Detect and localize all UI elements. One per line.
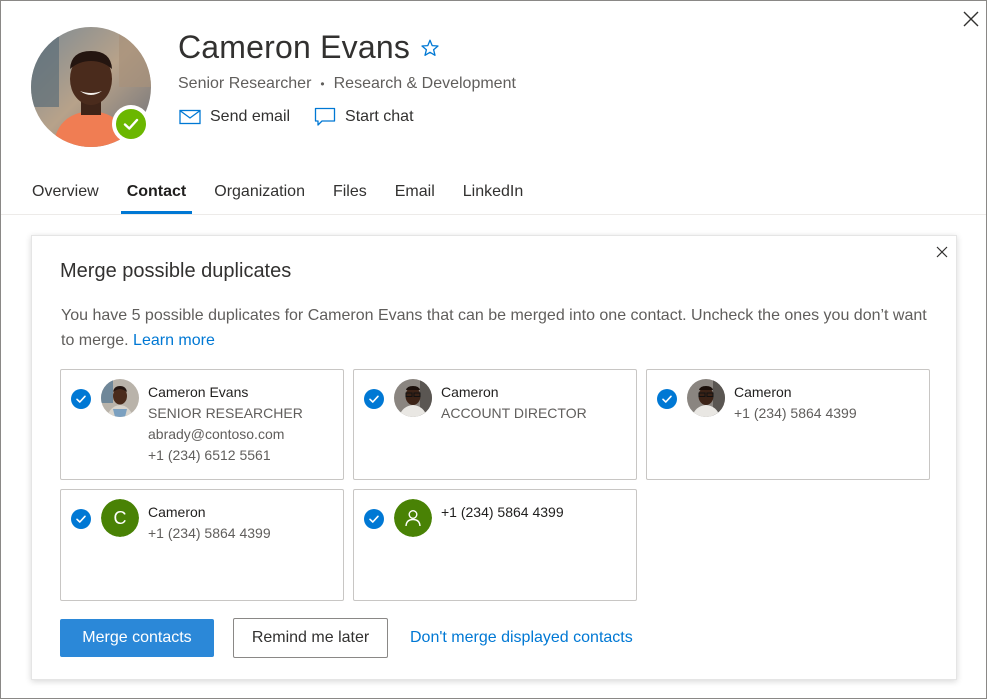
checkmark-icon: [123, 118, 139, 130]
start-chat-button[interactable]: Start chat: [314, 107, 414, 127]
avatar: [31, 27, 151, 147]
checkbox-checked[interactable]: [71, 389, 91, 409]
checkbox-checked[interactable]: [364, 509, 384, 529]
name-row: Cameron Evans: [178, 29, 440, 66]
contact-phone: +1 (234) 5864 4399: [148, 525, 271, 541]
checkmark-icon: [369, 395, 379, 403]
contact-job-title: SENIOR RESEARCHER: [148, 405, 303, 421]
tab-files[interactable]: Files: [333, 183, 367, 215]
duplicate-card[interactable]: Cameron Evans SENIOR RESEARCHER abrady@c…: [60, 369, 344, 480]
card-details: Cameron Evans SENIOR RESEARCHER abrady@c…: [148, 382, 303, 466]
learn-more-link[interactable]: Learn more: [133, 332, 215, 349]
contact-phone: +1 (234) 6512 5561: [148, 447, 271, 463]
duplicate-card[interactable]: Cameron +1 (234) 5864 4399: [646, 369, 930, 480]
initials-avatar: C: [101, 499, 139, 537]
start-chat-label: Start chat: [345, 108, 414, 125]
checkbox-checked[interactable]: [657, 389, 677, 409]
contact-photo: [687, 379, 725, 417]
contact-name: Cameron: [734, 384, 792, 400]
person-avatar: [394, 499, 432, 537]
card-details: Cameron ACCOUNT DIRECTOR: [441, 382, 587, 424]
tab-organization[interactable]: Organization: [214, 183, 305, 215]
person-icon: [405, 510, 421, 527]
tab-email[interactable]: Email: [395, 183, 435, 215]
contact-email: abrady@contoso.com: [148, 426, 285, 442]
job-info: Senior Researcher • Research & Developme…: [178, 75, 516, 93]
checkmark-icon: [76, 515, 86, 523]
card-details: +1 (234) 5864 4399: [441, 502, 564, 523]
tab-linkedin[interactable]: LinkedIn: [463, 183, 524, 215]
department: Research & Development: [333, 75, 516, 92]
panel-description: You have 5 possible duplicates for Camer…: [61, 303, 931, 353]
dont-merge-link[interactable]: Don't merge displayed contacts: [410, 629, 633, 647]
job-title: Senior Researcher: [178, 75, 312, 92]
presence-badge: [112, 105, 150, 143]
person-name: Cameron Evans: [178, 29, 411, 65]
duplicate-card[interactable]: Cameron ACCOUNT DIRECTOR: [353, 369, 637, 480]
checkmark-icon: [76, 395, 86, 403]
checkbox-checked[interactable]: [364, 389, 384, 409]
send-email-button[interactable]: Send email: [179, 108, 290, 126]
quick-actions: Send email Start chat: [179, 107, 438, 127]
merge-duplicates-panel: Merge possible duplicates You have 5 pos…: [31, 235, 957, 680]
tab-divider: [1, 214, 986, 215]
favorite-star-icon[interactable]: [420, 38, 440, 58]
mail-icon: [179, 109, 201, 125]
contact-phone: +1 (234) 5864 4399: [441, 504, 564, 520]
tab-overview[interactable]: Overview: [32, 183, 99, 215]
contact-name: Cameron: [148, 504, 206, 520]
contact-job-title: ACCOUNT DIRECTOR: [441, 405, 587, 421]
contact-name: Cameron: [441, 384, 499, 400]
checkbox-checked[interactable]: [71, 509, 91, 529]
tab-bar: Overview Contact Organization Files Emai…: [32, 183, 551, 215]
chat-icon: [314, 107, 336, 126]
card-details: Cameron +1 (234) 5864 4399: [148, 502, 271, 544]
contact-photo: [394, 379, 432, 417]
panel-title: Merge possible duplicates: [60, 260, 292, 282]
duplicate-card[interactable]: +1 (234) 5864 4399: [353, 489, 637, 601]
send-email-label: Send email: [210, 108, 291, 125]
close-icon[interactable]: [959, 7, 983, 31]
contact-photo: [101, 379, 139, 417]
avatar-initial: C: [101, 499, 139, 537]
separator-dot: •: [320, 77, 325, 91]
contact-card-window: Cameron Evans Senior Researcher • Resear…: [0, 0, 987, 699]
contact-name: Cameron Evans: [148, 384, 249, 400]
card-details: Cameron +1 (234) 5864 4399: [734, 382, 857, 424]
remind-me-later-button[interactable]: Remind me later: [233, 618, 388, 658]
checkmark-icon: [369, 515, 379, 523]
merge-contacts-button[interactable]: Merge contacts: [60, 619, 214, 657]
close-icon[interactable]: [934, 244, 950, 260]
tab-contact[interactable]: Contact: [120, 183, 192, 215]
duplicate-card[interactable]: C Cameron +1 (234) 5864 4399: [60, 489, 344, 601]
checkmark-icon: [662, 395, 672, 403]
contact-phone: +1 (234) 5864 4399: [734, 405, 857, 421]
